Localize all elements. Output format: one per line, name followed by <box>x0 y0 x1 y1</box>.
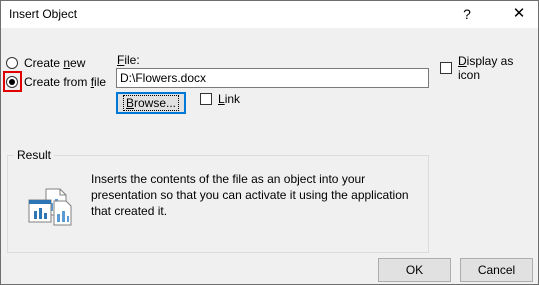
insert-object-dialog: Insert Object ? ✕ Create new Create from… <box>0 0 539 285</box>
ok-button[interactable]: OK <box>378 258 451 282</box>
help-icon: ? <box>463 6 471 22</box>
dialog-title: Insert Object <box>9 7 78 21</box>
result-description: Inserts the contents of the file as an o… <box>91 172 409 218</box>
create-new-option[interactable]: Create new <box>6 56 85 70</box>
file-path-input[interactable] <box>116 68 429 88</box>
document-object-icon <box>26 187 72 227</box>
link-checkbox[interactable] <box>200 93 212 105</box>
link-option[interactable]: Link <box>200 92 240 106</box>
display-as-icon-checkbox[interactable] <box>440 62 452 74</box>
highlight-box <box>3 71 22 92</box>
close-icon: ✕ <box>512 5 526 22</box>
link-label: Link <box>218 92 241 106</box>
result-group: Result Inserts the contents of the file … <box>7 148 429 253</box>
create-from-file-label: Create from file <box>24 75 107 89</box>
create-new-label: Create new <box>24 56 86 70</box>
file-label: File: <box>117 53 140 67</box>
browse-button[interactable]: Browse... <box>116 92 186 114</box>
display-as-icon-option[interactable]: Display as icon <box>440 54 538 82</box>
result-label: Result <box>14 148 55 162</box>
cancel-button[interactable]: Cancel <box>460 258 533 282</box>
create-new-radio[interactable] <box>6 57 18 69</box>
title-bar: Insert Object ? ✕ <box>1 1 538 28</box>
button-bar: OK Cancel <box>1 256 538 284</box>
help-button[interactable]: ? <box>451 1 483 28</box>
browse-label: Browse... <box>122 95 180 111</box>
display-as-icon-label: Display as icon <box>458 54 514 82</box>
close-button[interactable]: ✕ <box>501 1 537 28</box>
